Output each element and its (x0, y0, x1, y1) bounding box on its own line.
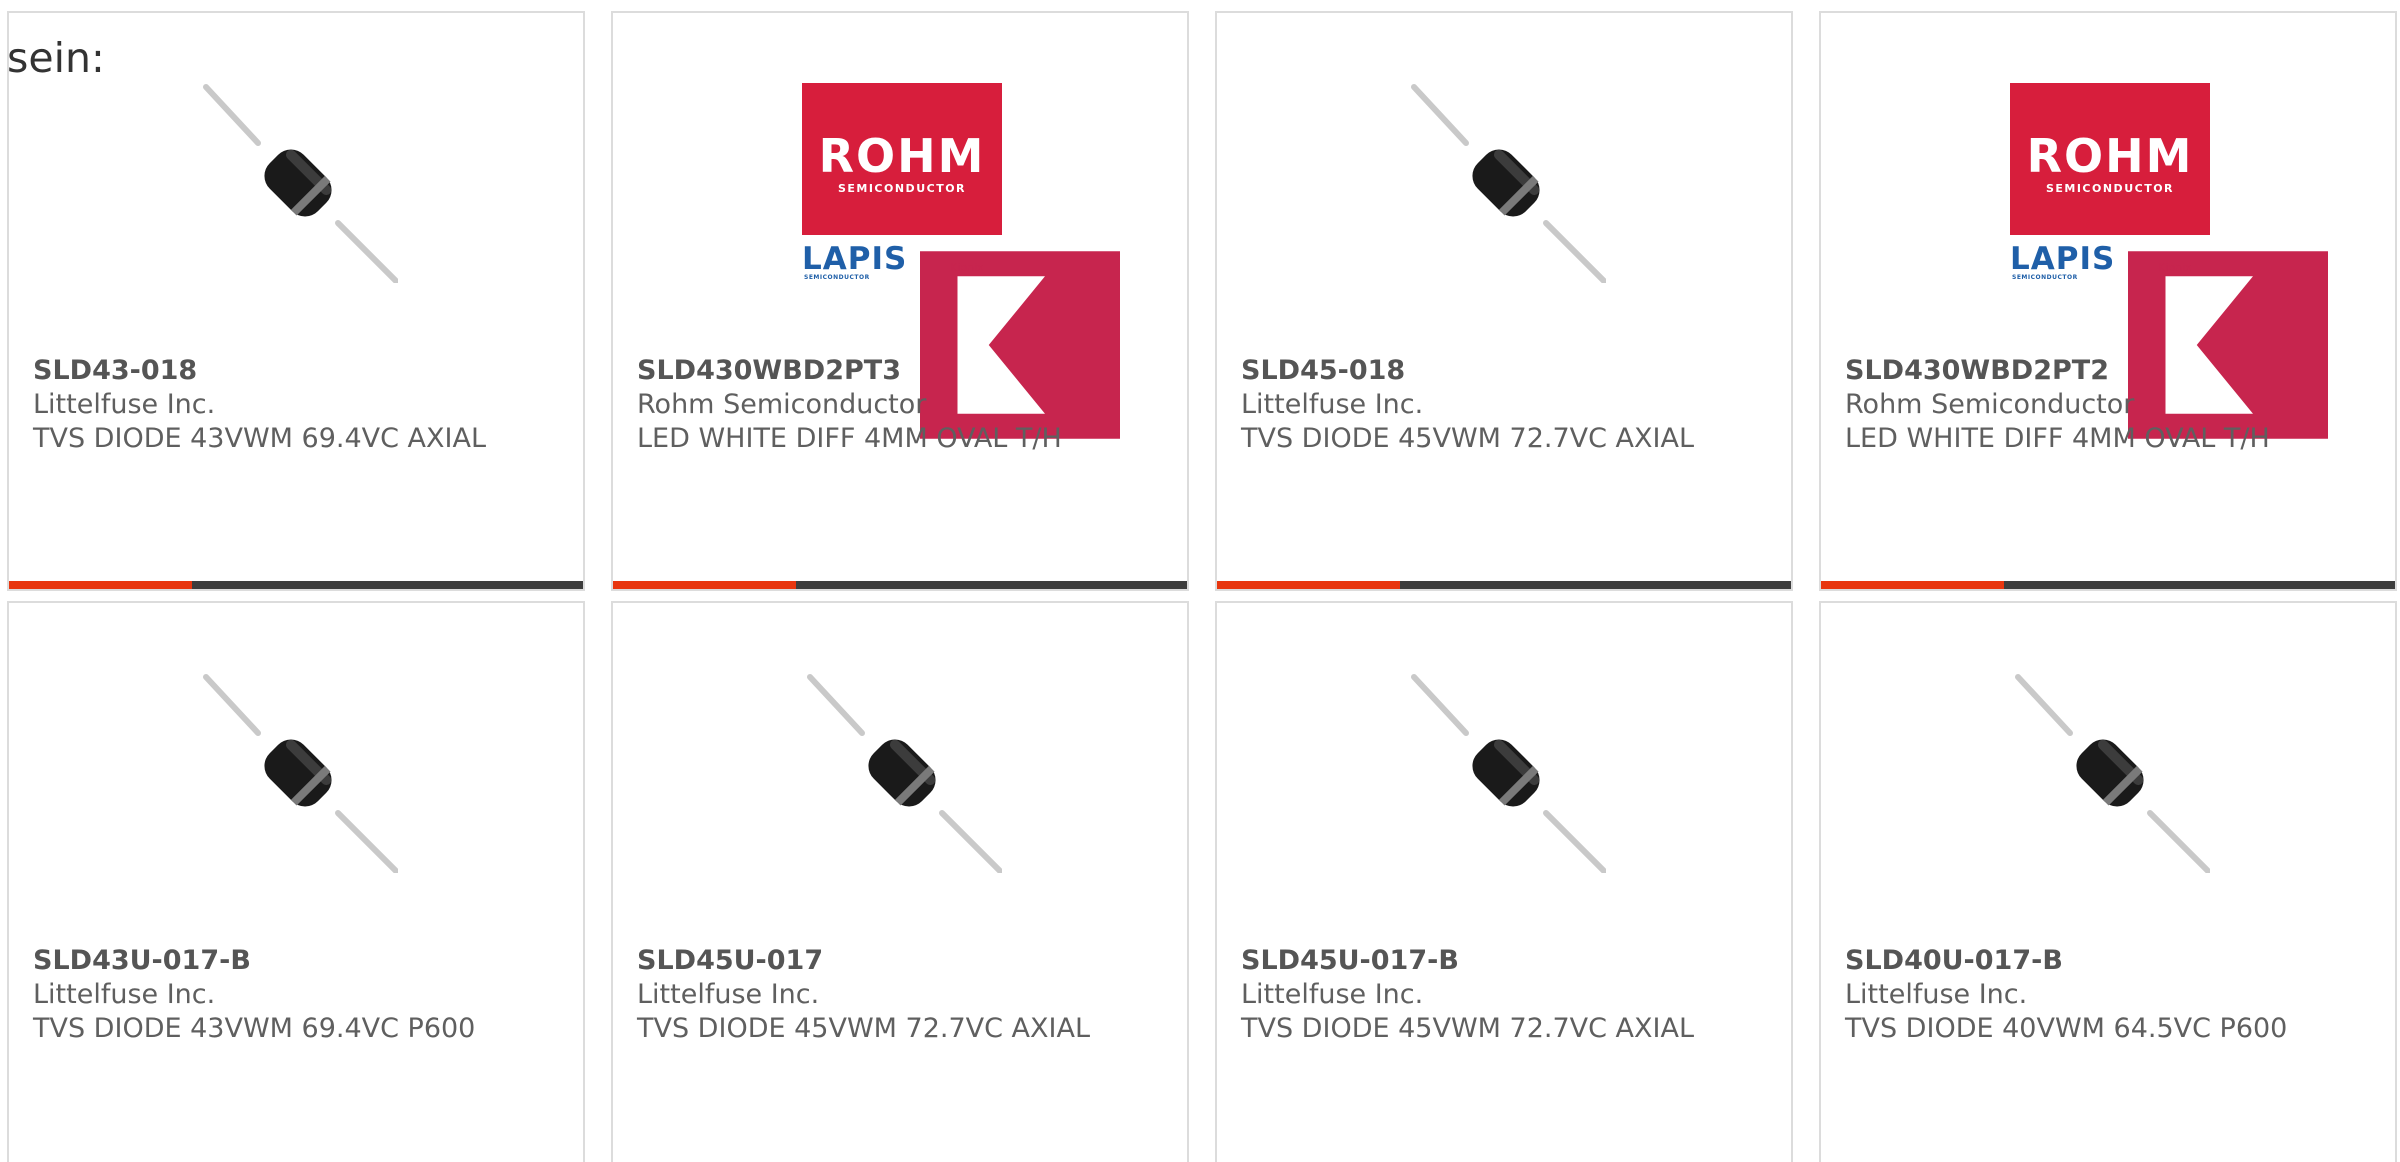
product-card[interactable]: SLD43U-017-B Littelfuse Inc. TVS DIODE 4… (7, 601, 585, 1162)
kionix-logo-word: Kionix (2158, 261, 2192, 274)
card-bar-accent (1821, 581, 2004, 589)
manufacturer: Littelfuse Inc. (33, 389, 216, 420)
product-info: SLD43U-017-B Littelfuse Inc. TVS DIODE 4… (33, 944, 573, 1046)
description: LED WHITE DIFF 4MM OVAL T/H (1845, 423, 2270, 454)
axial-diode-icon (1411, 84, 1606, 283)
product-image[interactable] (1406, 673, 1606, 873)
product-info: SLD45U-017 Littelfuse Inc. TVS DIODE 45V… (637, 944, 1177, 1046)
product-card[interactable]: SLD45-018 Littelfuse Inc. TVS DIODE 45VW… (1215, 11, 1793, 591)
description: TVS DIODE 45VWM 72.7VC AXIAL (1241, 423, 1694, 454)
rohm-logo-sub: SEMICONDUCTOR (837, 182, 967, 195)
product-image[interactable]: ROHM SEMICONDUCTOR LAPIS SEMICONDUCTOR K… (802, 83, 1120, 439)
product-card[interactable]: SLD40U-017-B Littelfuse Inc. TVS DIODE 4… (1819, 601, 2397, 1162)
product-image[interactable] (802, 673, 1002, 873)
manufacturer: Littelfuse Inc. (1845, 979, 2028, 1010)
description: TVS DIODE 43VWM 69.4VC AXIAL (33, 423, 486, 454)
product-info: SLD40U-017-B Littelfuse Inc. TVS DIODE 4… (1845, 944, 2385, 1046)
product-image[interactable] (2010, 673, 2210, 873)
product-image[interactable] (1406, 83, 1606, 283)
card-bottom-bar (1217, 581, 1791, 589)
rohm-logo: ROHM SEMICONDUCTOR LAPIS SEMICONDUCTOR K… (802, 83, 1120, 439)
product-card[interactable]: ROHM SEMICONDUCTOR LAPIS SEMICONDUCTOR K… (611, 11, 1189, 591)
axial-diode-icon (807, 674, 1002, 873)
description: TVS DIODE 45VWM 72.7VC AXIAL (1241, 1013, 1694, 1044)
manufacturer: Littelfuse Inc. (637, 979, 820, 1010)
axial-diode-icon (203, 84, 398, 283)
product-image[interactable]: ROHM SEMICONDUCTOR LAPIS SEMICONDUCTOR K… (2010, 83, 2328, 439)
part-number-link[interactable]: SLD430WBD2PT2 (1845, 354, 2385, 388)
card-bottom-bar (1821, 581, 2395, 589)
product-info: SLD430WBD2PT3 Rohm Semiconductor LED WHI… (637, 354, 1177, 456)
description: LED WHITE DIFF 4MM OVAL T/H (637, 423, 1062, 454)
lapis-logo-sub: SEMICONDUCTOR (2012, 274, 2078, 281)
part-number-link[interactable]: SLD40U-017-B (1845, 944, 2385, 978)
product-info: SLD45U-017-B Littelfuse Inc. TVS DIODE 4… (1241, 944, 1781, 1046)
card-bar-accent (9, 581, 192, 589)
kionix-logo-word: Kionix (950, 261, 984, 274)
product-card[interactable]: ROHM SEMICONDUCTOR LAPIS SEMICONDUCTOR K… (1819, 11, 2397, 591)
lapis-logo-word: LAPIS (2010, 241, 2116, 277)
manufacturer: Rohm Semiconductor (637, 389, 927, 420)
product-card[interactable]: SLD45U-017-B Littelfuse Inc. TVS DIODE 4… (1215, 601, 1793, 1162)
lapis-logo-word: LAPIS (802, 241, 908, 277)
part-number-link[interactable]: SLD43U-017-B (33, 944, 573, 978)
part-number-link[interactable]: SLD430WBD2PT3 (637, 354, 1177, 388)
axial-diode-icon (203, 674, 398, 873)
part-number-link[interactable]: SLD45-018 (1241, 354, 1781, 388)
product-info: SLD43-018 Littelfuse Inc. TVS DIODE 43VW… (33, 354, 573, 456)
rohm-logo-word: ROHM (2026, 129, 2194, 183)
product-image[interactable] (198, 83, 398, 283)
rohm-logo-sub: SEMICONDUCTOR (2045, 182, 2175, 195)
product-card[interactable]: SLD45U-017 Littelfuse Inc. TVS DIODE 45V… (611, 601, 1189, 1162)
card-bar-accent (613, 581, 796, 589)
manufacturer: Littelfuse Inc. (33, 979, 216, 1010)
rohm-logo: ROHM SEMICONDUCTOR LAPIS SEMICONDUCTOR K… (2010, 83, 2328, 439)
card-bottom-bar (9, 581, 583, 589)
rohm-logo-word: ROHM (818, 129, 986, 183)
lead-text: sein: (7, 34, 105, 82)
part-number-link[interactable]: SLD45U-017 (637, 944, 1177, 978)
axial-diode-icon (2015, 674, 2210, 873)
part-number-link[interactable]: SLD45U-017-B (1241, 944, 1781, 978)
product-info: SLD430WBD2PT2 Rohm Semiconductor LED WHI… (1845, 354, 2385, 456)
description: TVS DIODE 40VWM 64.5VC P600 (1845, 1013, 2288, 1044)
description: TVS DIODE 45VWM 72.7VC AXIAL (637, 1013, 1090, 1044)
part-number-link[interactable]: SLD43-018 (33, 354, 573, 388)
product-grid-page: sein: SLD43-018 Littelfuse Inc. TVS DIOD… (0, 0, 2400, 1162)
product-card[interactable]: SLD43-018 Littelfuse Inc. TVS DIODE 43VW… (7, 11, 585, 591)
manufacturer: Littelfuse Inc. (1241, 389, 1424, 420)
card-bottom-bar (613, 581, 1187, 589)
manufacturer: Rohm Semiconductor (1845, 389, 2135, 420)
description: TVS DIODE 43VWM 69.4VC P600 (33, 1013, 476, 1044)
manufacturer: Littelfuse Inc. (1241, 979, 1424, 1010)
axial-diode-icon (1411, 674, 1606, 873)
lapis-logo-sub: SEMICONDUCTOR (804, 274, 870, 281)
card-bar-accent (1217, 581, 1400, 589)
product-info: SLD45-018 Littelfuse Inc. TVS DIODE 45VW… (1241, 354, 1781, 456)
product-image[interactable] (198, 673, 398, 873)
